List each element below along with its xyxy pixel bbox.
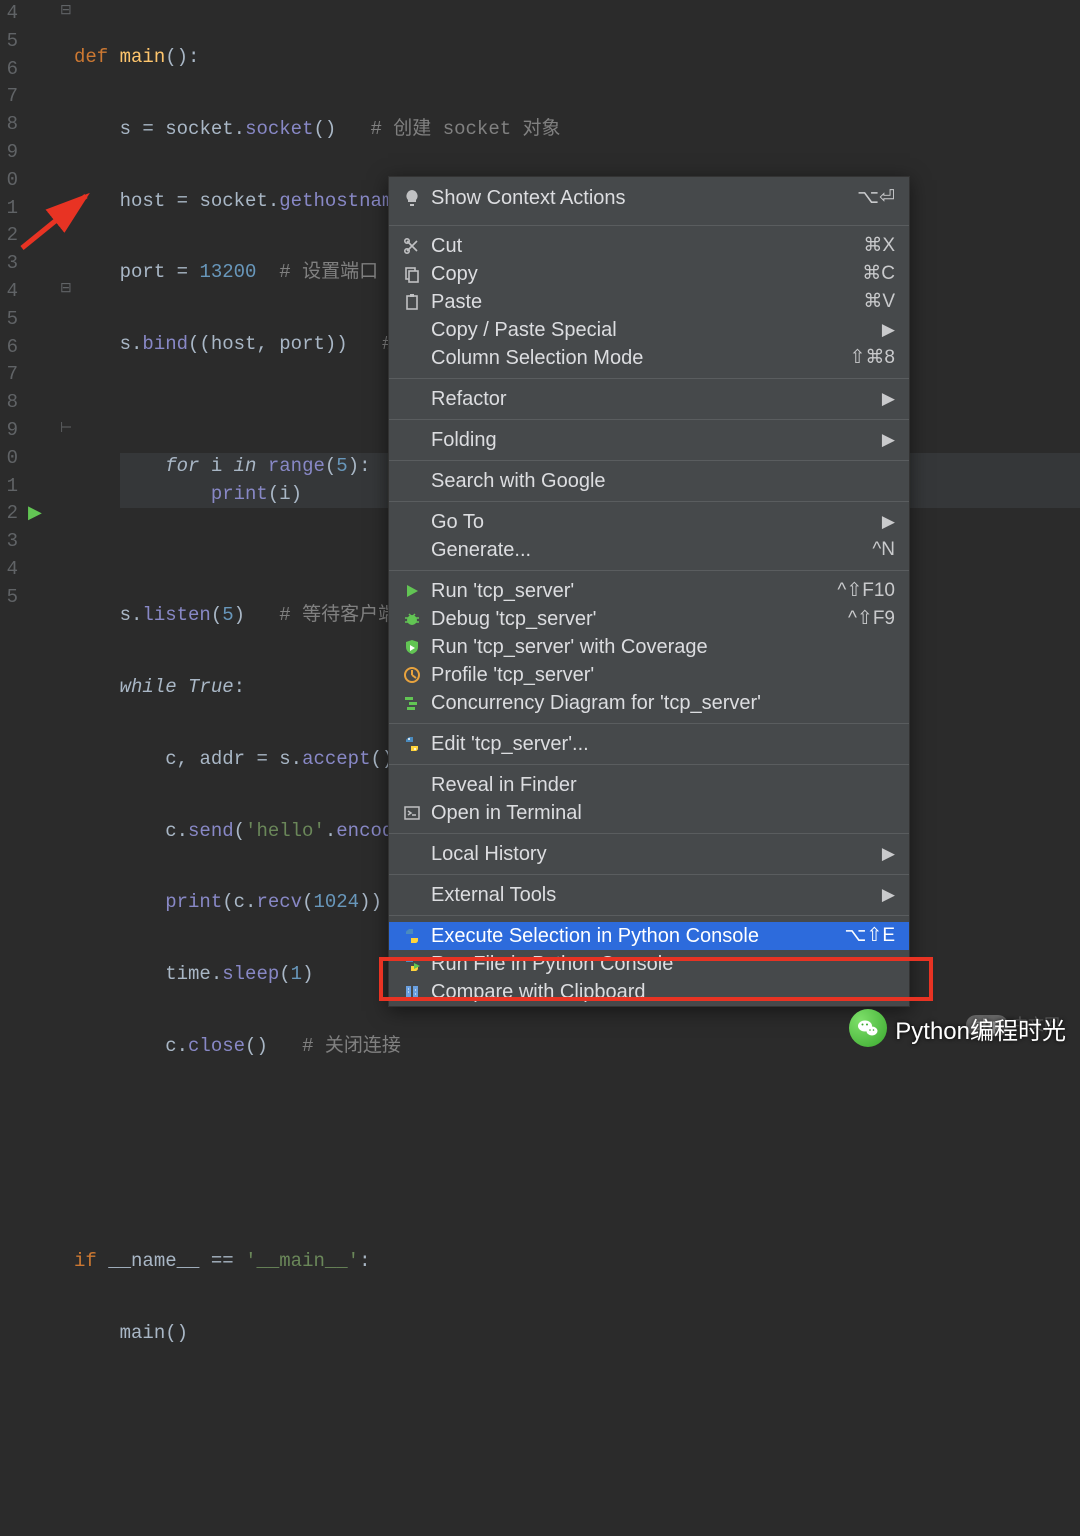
menu-run-file-console[interactable]: Run File in Python Console <box>389 950 909 978</box>
menu-external-tools[interactable]: External Tools ▶ <box>389 881 909 909</box>
bug-icon <box>401 608 423 630</box>
concurrency-icon <box>401 692 423 714</box>
gutter-marks: ⊟ ⊟ ⊢ ▶ <box>24 0 74 1057</box>
terminal-icon <box>401 802 423 824</box>
clipboard-icon <box>401 291 423 313</box>
chevron-right-icon: ▶ <box>882 840 895 868</box>
python-icon <box>401 733 423 755</box>
menu-cut[interactable]: Cut ⌘X <box>389 232 909 260</box>
menu-show-context-actions[interactable]: Show Context Actions ⌥⏎ <box>389 177 909 219</box>
menu-run[interactable]: Run 'tcp_server' ^⇧F10 <box>389 577 909 605</box>
menu-paste[interactable]: Paste ⌘V <box>389 288 909 316</box>
chevron-right-icon: ▶ <box>882 881 895 909</box>
menu-copy[interactable]: Copy ⌘C <box>389 260 909 288</box>
copy-icon <box>401 263 423 285</box>
menu-copy-paste-special[interactable]: Copy / Paste Special ▶ <box>389 316 909 344</box>
menu-generate[interactable]: Generate... ^N <box>389 536 909 564</box>
context-menu: Show Context Actions ⌥⏎ Cut ⌘X Copy ⌘C P… <box>388 176 910 1007</box>
profile-icon <box>401 664 423 686</box>
coverage-icon <box>401 636 423 658</box>
fold-icon[interactable]: ⊟ <box>60 2 72 19</box>
menu-local-history[interactable]: Local History ▶ <box>389 840 909 868</box>
chevron-right-icon: ▶ <box>882 508 895 536</box>
run-gutter-icon[interactable]: ▶ <box>28 502 42 524</box>
menu-run-coverage[interactable]: Run 'tcp_server' with Coverage <box>389 633 909 661</box>
python-run-icon <box>401 953 423 975</box>
menu-reveal-finder[interactable]: Reveal in Finder <box>389 771 909 799</box>
chevron-right-icon: ▶ <box>882 385 895 413</box>
menu-column-selection[interactable]: Column Selection Mode ⇧⌘8 <box>389 344 909 372</box>
menu-search-google[interactable]: Search with Google <box>389 467 909 495</box>
bulb-icon <box>401 187 423 209</box>
menu-edit-config[interactable]: Edit 'tcp_server'... <box>389 730 909 758</box>
menu-folding[interactable]: Folding ▶ <box>389 426 909 454</box>
wechat-watermark: Python编程时光 <box>849 1009 1066 1047</box>
chevron-right-icon: ▶ <box>882 316 895 344</box>
menu-compare-clipboard[interactable]: Compare with Clipboard <box>389 978 909 1006</box>
scissors-icon <box>401 235 423 257</box>
menu-open-terminal[interactable]: Open in Terminal <box>389 799 909 827</box>
menu-goto[interactable]: Go To ▶ <box>389 508 909 536</box>
menu-debug[interactable]: Debug 'tcp_server' ^⇧F9 <box>389 605 909 633</box>
play-icon <box>401 580 423 602</box>
line-number-gutter: 45 67 89 01 23 45 67 89 01 23 45 <box>0 0 24 1057</box>
python-icon <box>401 925 423 947</box>
chevron-right-icon: ▶ <box>882 426 895 454</box>
menu-profile[interactable]: Profile 'tcp_server' <box>389 661 909 689</box>
menu-concurrency[interactable]: Concurrency Diagram for 'tcp_server' <box>389 689 909 717</box>
menu-refactor[interactable]: Refactor ▶ <box>389 385 909 413</box>
fold-icon[interactable]: ⊟ <box>60 280 72 297</box>
diff-icon <box>401 981 423 1003</box>
wechat-icon <box>849 1009 887 1047</box>
fold-end-icon[interactable]: ⊢ <box>60 420 72 437</box>
menu-execute-selection[interactable]: Execute Selection in Python Console ⌥⇧E <box>389 922 909 950</box>
